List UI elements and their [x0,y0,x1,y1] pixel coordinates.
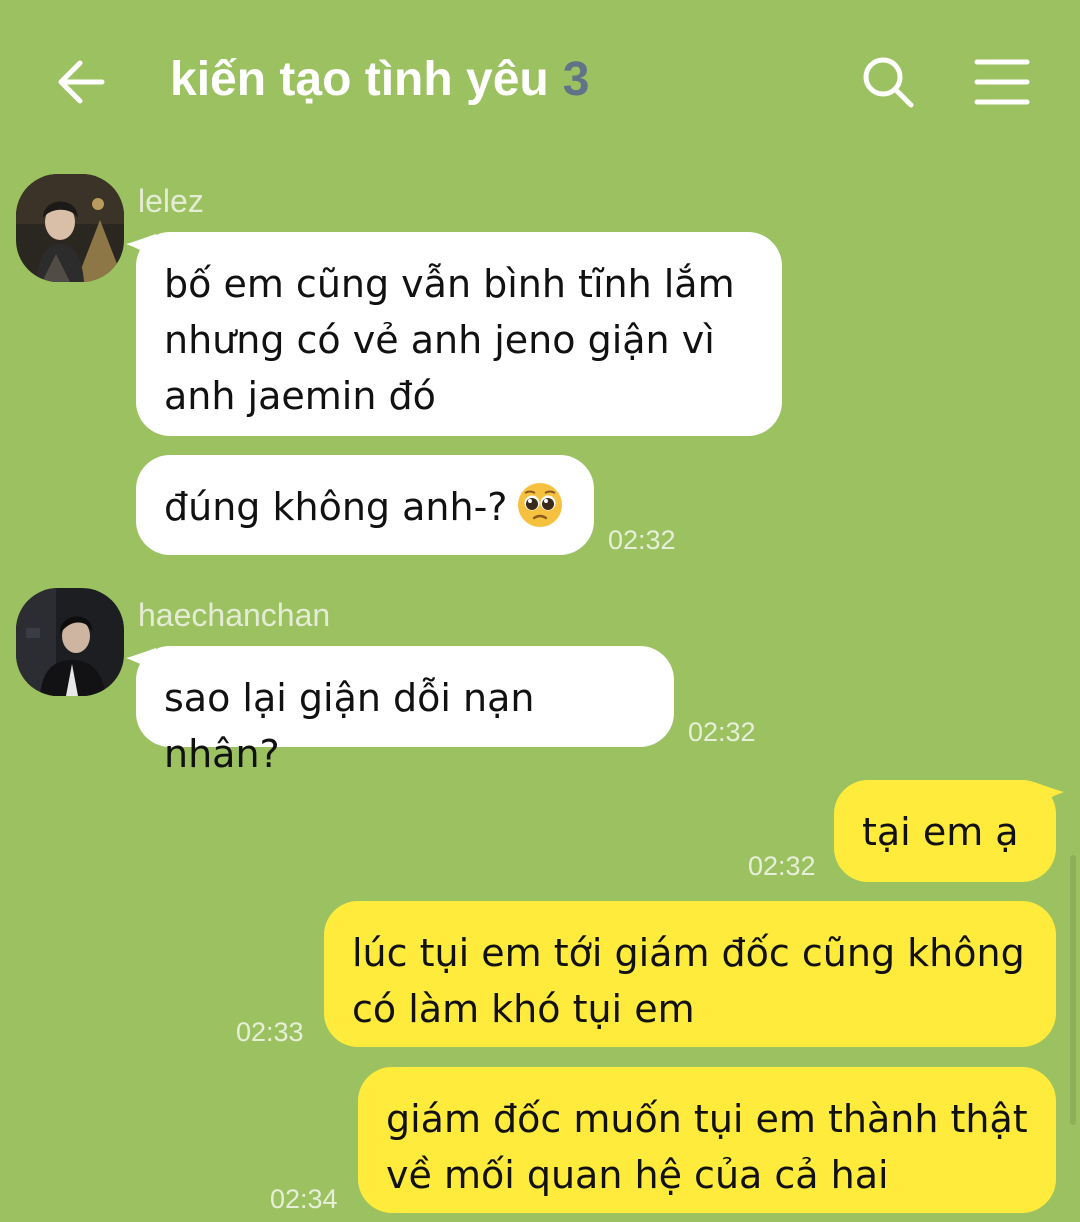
message-time: 02:32 [688,717,756,747]
search-button[interactable] [858,52,918,112]
search-icon [863,57,914,108]
chat-title: kiến tạo tình yêu 3 [170,50,589,110]
message-bubble[interactable]: tại em ạ [834,780,1056,882]
message-line: về mối quan hệ của cả hai [386,1153,889,1197]
message-line: giám đốc muốn tụi em thành thật [386,1097,1028,1141]
chat-name: kiến tạo tình yêu [170,53,549,106]
message-bubble[interactable]: sao lại giận dỗi nạn nhân? [136,646,674,776]
message-line: nhưng có vẻ anh jeno giận vì [164,318,715,362]
message-time: 02:34 [270,1184,338,1214]
menu-button[interactable] [972,52,1032,112]
hamburger-menu-icon [974,59,1030,105]
sender-name: haechanchan [138,597,331,633]
message-line: anh jaemin đó [164,374,436,418]
message-line: có làm khó tụi em [352,987,695,1031]
message-bubble[interactable]: đúng không anh-? [136,455,594,555]
arrow-left-icon [58,60,105,104]
message-line: bố em cũng vẫn bình tĩnh lắm [164,262,735,306]
back-button[interactable] [52,52,112,112]
sender-name: lelez [138,183,204,219]
message-text: đúng không anh-? [164,485,508,529]
message-text: tại em ạ [862,810,1019,854]
message-text: sao lại giận dỗi nạn nhân? [164,676,535,776]
message-bubble[interactable]: giám đốc muốn tụi em thành thật về mối q… [358,1067,1056,1213]
member-count: 3 [562,53,590,106]
message-time: 02:32 [748,851,816,881]
pleading-face-emoji [518,483,563,527]
message-time: 02:33 [236,1017,304,1047]
message-bubble[interactable]: lúc tụi em tới giám đốc cũng không có là… [324,901,1056,1047]
message-time: 02:32 [608,525,676,555]
message-line: lúc tụi em tới giám đốc cũng không [352,931,1025,975]
chat-header: kiến tạo tình yêu 3 [0,0,1080,160]
avatar-lelez[interactable] [16,174,124,282]
message-bubble[interactable]: bố em cũng vẫn bình tĩnh lắm nhưng có vẻ… [136,232,782,436]
avatar-haechanchan[interactable] [16,588,124,696]
scrollbar[interactable] [1070,855,1076,1125]
